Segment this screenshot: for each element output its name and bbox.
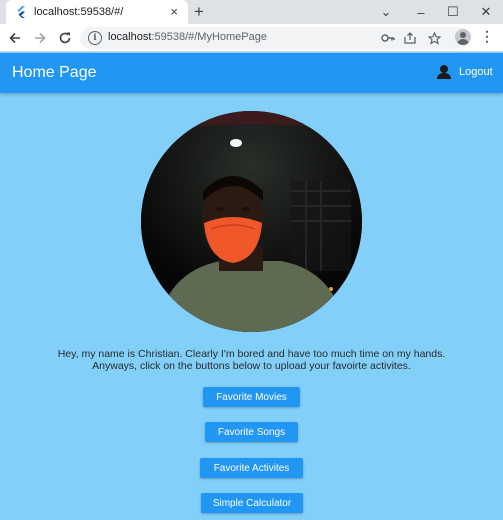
favorite-movies-button[interactable]: Favorite Movies (203, 387, 300, 407)
favorite-activities-button[interactable]: Favorite Activites (200, 458, 303, 478)
simple-calculator-button[interactable]: Simple Calculator (201, 493, 303, 513)
site-info-icon[interactable]: i (88, 31, 102, 45)
page-title: Home Page (12, 64, 97, 81)
app-bar: Home Page Logout (0, 53, 503, 93)
tab-close-icon[interactable]: × (170, 5, 178, 19)
share-icon[interactable] (402, 30, 418, 46)
intro-text: Hey, my name is Christian. Clearly I'm b… (0, 348, 503, 372)
address-bar[interactable]: i localhost:59538/#/MyHomePage (80, 27, 470, 49)
maximize-button[interactable]: ☐ (437, 0, 469, 24)
browser-toolbar: i localhost:59538/#/MyHomePage ⋮ (0, 24, 503, 52)
intro-line-2: Anyways, click on the buttons below to u… (92, 360, 411, 372)
close-window-button[interactable]: ✕ (470, 0, 502, 24)
browser-menu-icon[interactable]: ⋮ (480, 28, 494, 45)
browser-tab-strip: localhost:59538/#/ × + ⌄ – ☐ ✕ (0, 0, 503, 24)
new-tab-button[interactable]: + (194, 2, 204, 22)
logout-button[interactable]: Logout (437, 65, 493, 79)
back-arrow-icon[interactable] (5, 28, 25, 48)
logout-label: Logout (459, 66, 493, 78)
minimize-button[interactable]: – (405, 0, 437, 24)
tab-title: localhost:59538/#/ (34, 6, 124, 18)
person-icon (437, 65, 451, 79)
intro-line-1: Hey, my name is Christian. Clearly I'm b… (57, 348, 446, 360)
profile-photo (141, 111, 362, 332)
reload-icon[interactable] (55, 28, 75, 48)
forward-arrow-icon[interactable] (30, 28, 50, 48)
key-icon[interactable] (380, 30, 396, 46)
url-text: localhost:59538/#/MyHomePage (108, 31, 267, 43)
flutter-icon (16, 6, 28, 18)
browser-tab[interactable]: localhost:59538/#/ × (6, 0, 188, 24)
tab-search-icon[interactable]: ⌄ (370, 0, 402, 24)
profile-avatar-icon[interactable] (455, 29, 471, 45)
bookmark-star-icon[interactable] (426, 30, 442, 46)
favorite-songs-button[interactable]: Favorite Songs (205, 422, 298, 442)
